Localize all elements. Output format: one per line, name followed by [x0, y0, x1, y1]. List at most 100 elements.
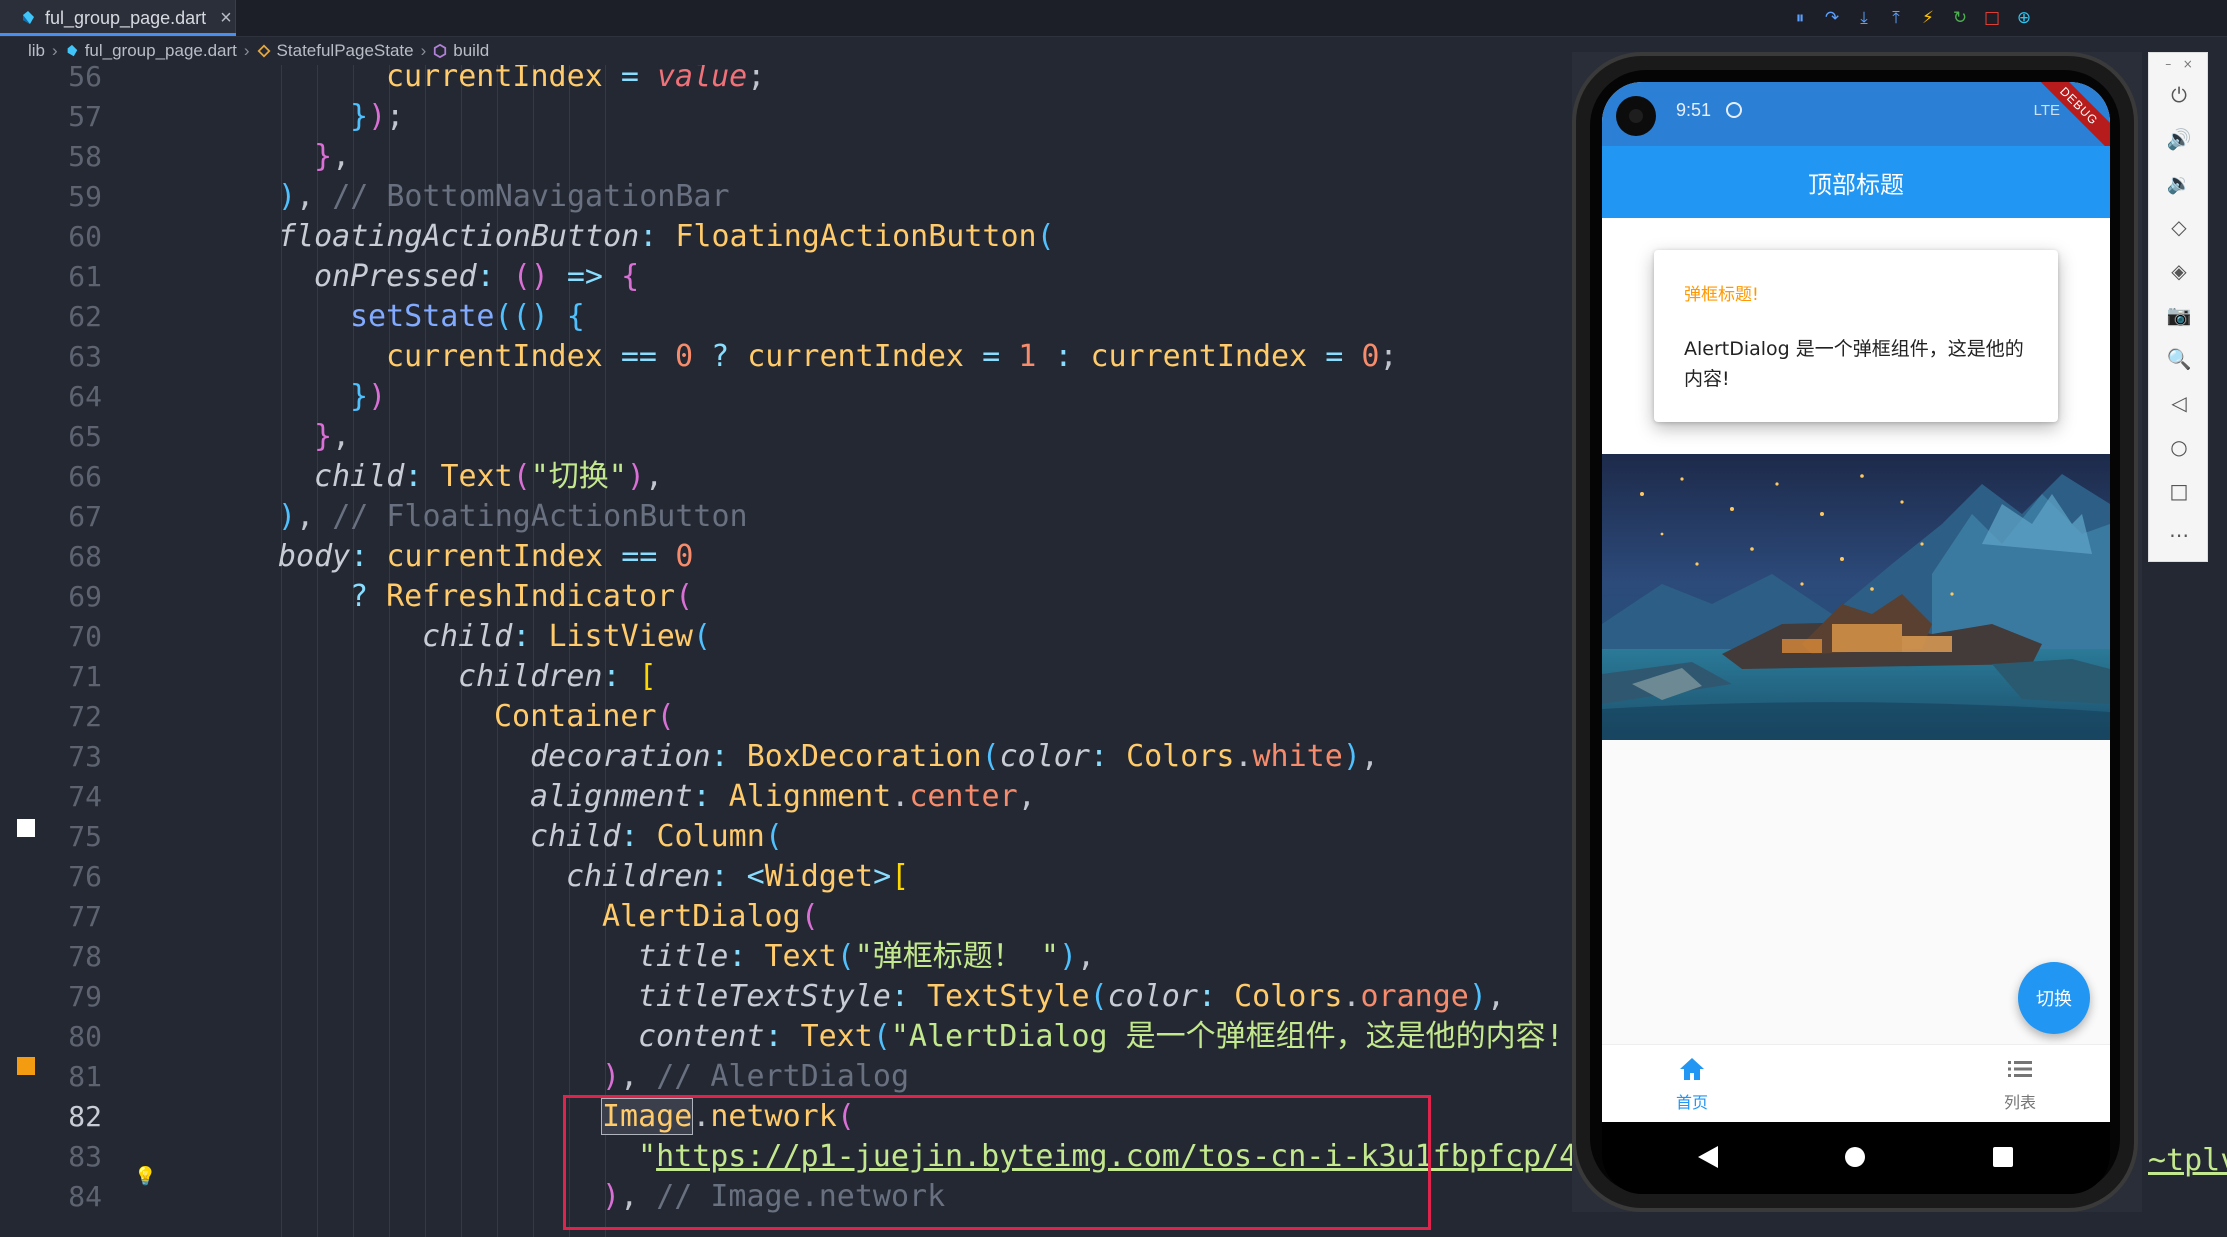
code-text: title: Text("弹框标题！ "), — [638, 939, 1096, 974]
bottom-navigation-bar: 首页 列表 — [1602, 1044, 2110, 1122]
home-icon — [1680, 1058, 1704, 1080]
phone-screen[interactable]: 9:51 LTE DEBUG 顶部标题 弹框标题! AlertDialog 是一… — [1602, 82, 2110, 1122]
line-number: 82 — [68, 1100, 102, 1133]
breadcrumb-lib[interactable]: lib — [28, 41, 45, 61]
code-line: 81 ), // AlertDialog — [0, 1057, 1580, 1097]
line-number: 56 — [68, 65, 102, 93]
line-number: 81 — [68, 1060, 102, 1093]
line-number: 61 — [68, 260, 102, 293]
overview-icon[interactable]: □ — [2165, 477, 2193, 505]
code-text: children: <Widget>[ — [566, 859, 910, 894]
code-line: 71 children: [ — [0, 657, 1580, 697]
zoom-icon[interactable]: 🔍 — [2165, 345, 2193, 373]
scene-illustration — [1602, 454, 2110, 740]
code-line: 56 currentIndex = value; — [0, 65, 1580, 97]
step-over-icon[interactable]: ↷ — [1822, 8, 1842, 28]
code-text: currentIndex == 0 ? currentIndex = 1 : c… — [386, 339, 1398, 374]
line-number: 67 — [68, 500, 102, 533]
step-into-icon[interactable]: ⤓ — [1854, 8, 1874, 28]
home-icon[interactable] — [1844, 1146, 1866, 1168]
line-number: 70 — [68, 620, 102, 653]
nav-item-list[interactable]: 列表 — [1960, 1057, 2080, 1113]
hot-reload-icon[interactable]: ⚡ — [1918, 8, 1938, 28]
highlight-box — [563, 1095, 1431, 1230]
code-line: 80 content: Text("AlertDialog 是一个弹框组件，这是… — [0, 1017, 1580, 1057]
hot-restart-icon[interactable]: ↻ — [1950, 8, 1970, 28]
line-number: 59 — [68, 180, 102, 213]
nav-label: 首页 — [1675, 1093, 1708, 1112]
code-url-tail: ~tplv- — [2148, 1143, 2227, 1178]
code-line: 75 child: Column( — [0, 817, 1580, 857]
breadcrumb-method[interactable]: build — [453, 41, 489, 61]
code-text: children: [ — [458, 659, 657, 694]
chevron-right-icon: › — [52, 41, 58, 60]
volume-up-icon[interactable]: 🔊 — [2165, 125, 2193, 153]
code-line: 63 currentIndex == 0 ? currentIndex = 1 … — [0, 337, 1580, 377]
line-number: 62 — [68, 300, 102, 333]
breadcrumb: lib › ful_group_page.dart › StatefulPage… — [0, 37, 1560, 65]
code-text: Container( — [494, 699, 675, 734]
line-number: 76 — [68, 860, 102, 893]
home-icon[interactable]: ○ — [2165, 433, 2193, 461]
line-number: 74 — [68, 780, 102, 813]
code-text: child: Text("切换"), — [314, 459, 663, 494]
android-nav-bar — [1602, 1122, 2110, 1194]
window-controls[interactable]: – × — [2149, 57, 2209, 71]
nav-item-home[interactable]: 首页 — [1632, 1057, 1752, 1113]
dialog-content: AlertDialog 是一个弹框组件，这是他的内容! — [1684, 338, 2024, 390]
line-number: 58 — [68, 140, 102, 173]
code-text: setState(() { — [350, 299, 585, 334]
code-text: AlertDialog( — [602, 899, 819, 934]
chevron-right-icon: › — [243, 41, 250, 60]
code-line: 78 title: Text("弹框标题！ "), — [0, 937, 1580, 977]
code-line: 65 }, — [0, 417, 1580, 457]
back-icon[interactable] — [1696, 1144, 1720, 1170]
line-number: 78 — [68, 940, 102, 973]
code-text: body: currentIndex == 0 — [278, 539, 694, 574]
code-line: 66 child: Text("切换"), — [0, 457, 1580, 497]
pause-icon[interactable]: ⏸ — [1790, 8, 1810, 28]
rotate-left-icon[interactable]: ◇ — [2165, 213, 2193, 241]
code-line: 76 children: <Widget>[ — [0, 857, 1580, 897]
close-icon[interactable]: × — [220, 7, 232, 30]
code-line: 64 }) — [0, 377, 1580, 417]
line-number: 57 — [68, 100, 102, 133]
back-icon[interactable]: ◁ — [2165, 389, 2193, 417]
overview-icon[interactable] — [1992, 1146, 2014, 1168]
line-number: 80 — [68, 1020, 102, 1053]
camera-icon[interactable]: 📷 — [2165, 301, 2193, 329]
line-number: 60 — [68, 220, 102, 253]
more-icon[interactable]: ⋯ — [2165, 521, 2193, 549]
line-number: 69 — [68, 580, 102, 613]
code-line: 60 floatingActionButton: FloatingActionB… — [0, 217, 1580, 257]
line-number: 75 — [68, 820, 102, 853]
code-text: ), // FloatingActionButton — [278, 499, 748, 534]
code-line: 68 body: currentIndex == 0 — [0, 537, 1580, 577]
inspect-icon[interactable]: ⊕ — [2014, 8, 2034, 28]
code-text: content: Text("AlertDialog 是一个弹框组件，这是他的内… — [638, 1019, 1564, 1054]
rotate-right-icon[interactable]: ◈ — [2165, 257, 2193, 285]
code-text: }, — [314, 139, 351, 174]
breadcrumb-file[interactable]: ful_group_page.dart — [85, 41, 237, 61]
switch-fab-button[interactable]: 切换 — [2018, 962, 2090, 1034]
power-icon[interactable]: ⏻ — [2165, 81, 2193, 109]
code-editor[interactable]: 💡 56 currentIndex = value; 57 }); 58 }, … — [0, 65, 1580, 1237]
code-line: 58 }, — [0, 137, 1580, 177]
code-text: ), // AlertDialog — [602, 1059, 910, 1094]
dart-file-icon — [23, 11, 34, 24]
class-icon — [257, 44, 271, 58]
line-number: 65 — [68, 420, 102, 453]
code-line: 59 ), // BottomNavigationBar — [0, 177, 1580, 217]
stop-icon[interactable]: □ — [1982, 8, 2002, 28]
step-out-icon[interactable]: ⤒ — [1886, 8, 1906, 28]
code-line: 79 titleTextStyle: TextStyle(color: Colo… — [0, 977, 1580, 1017]
volume-down-icon[interactable]: 🔉 — [2165, 169, 2193, 197]
line-number: 68 — [68, 540, 102, 573]
dart-file-icon — [67, 44, 77, 57]
debug-toolbar: ⏸ ↷ ⤓ ⤒ ⚡ ↻ □ ⊕ — [1790, 4, 2034, 32]
code-line: 70 child: ListView( — [0, 617, 1580, 657]
code-line: 77 AlertDialog( — [0, 897, 1580, 937]
editor-tab[interactable]: ful_group_page.dart × — [0, 0, 236, 36]
breadcrumb-class[interactable]: StatefulPageState — [277, 41, 414, 61]
code-text: child: ListView( — [422, 619, 711, 654]
